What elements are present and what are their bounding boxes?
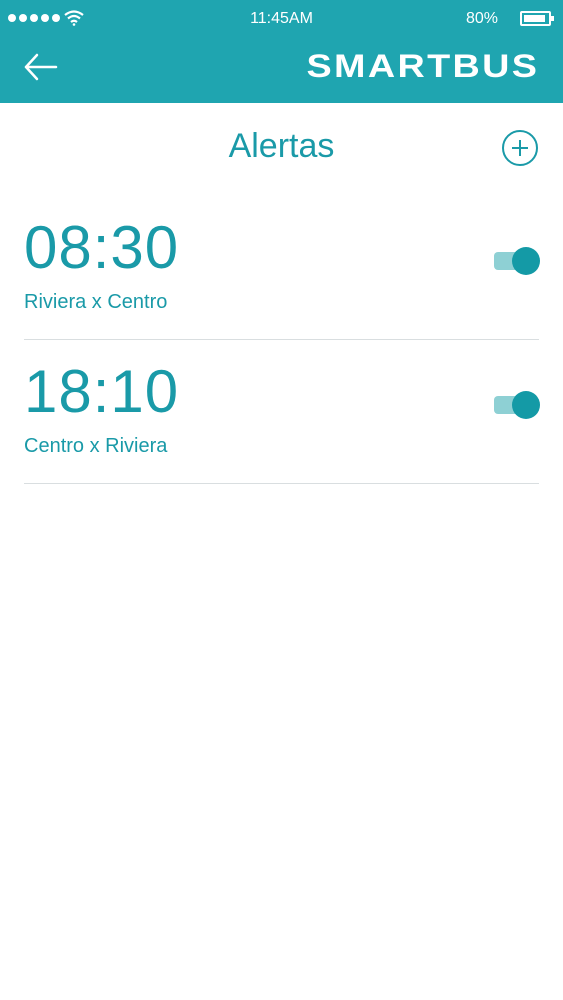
app-header: 11:45AM 80% SMARTBUS: [0, 0, 563, 103]
battery-icon: [520, 11, 554, 26]
alert-route: Riviera x Centro: [24, 291, 168, 313]
toggle-knob: [512, 247, 540, 275]
battery-percent: 80%: [466, 10, 499, 27]
alert-time: 08:30: [24, 214, 180, 281]
status-bar: 11:45AM 80%: [0, 0, 563, 40]
alert-time: 18:10: [24, 358, 180, 425]
back-arrow-icon[interactable]: [22, 52, 60, 82]
page-title: Alertas: [228, 127, 335, 165]
brand-logo: SMARTBUS: [306, 48, 539, 84]
alert-toggle[interactable]: [494, 389, 540, 419]
alert-item[interactable]: 08:30 Riviera x Centro: [24, 195, 540, 340]
add-alert-button[interactable]: [502, 130, 538, 166]
toggle-knob: [512, 391, 540, 419]
alert-toggle[interactable]: [494, 245, 540, 275]
alert-route: Centro x Riviera: [24, 435, 168, 457]
alert-item[interactable]: 18:10 Centro x Riviera: [24, 339, 540, 484]
